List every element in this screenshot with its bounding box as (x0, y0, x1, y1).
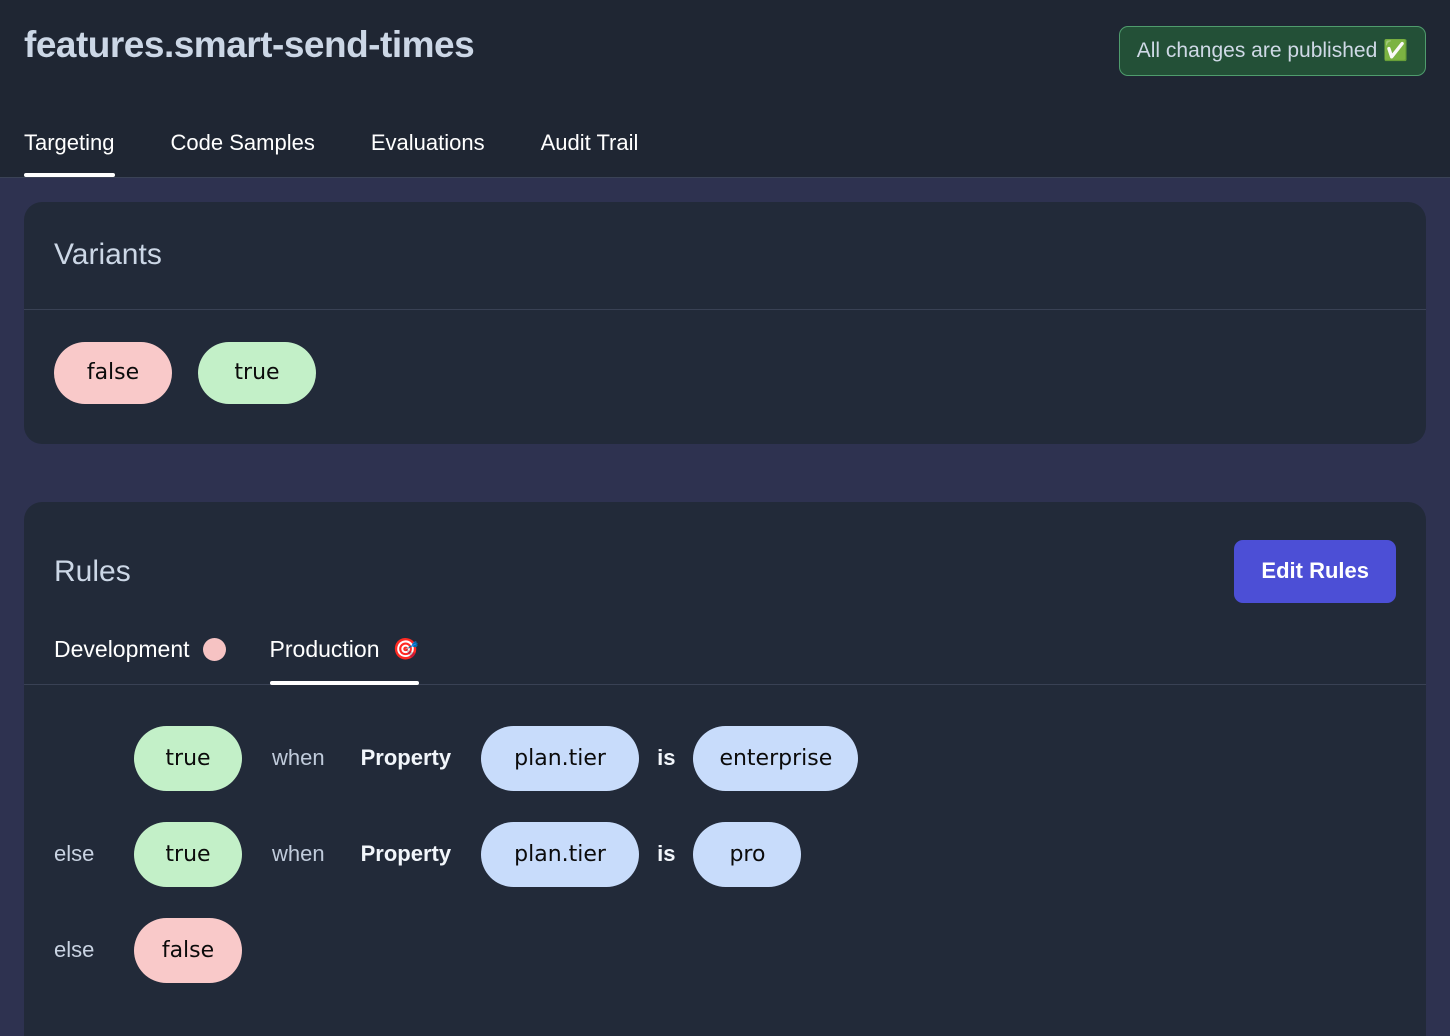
status-badge: All changes are published ✅ (1118, 26, 1426, 76)
rule-attribute-pill[interactable]: plan.tier (481, 726, 640, 792)
tab-audit-trail[interactable]: Audit Trail (541, 130, 639, 177)
rule-value-pill[interactable]: pro (693, 822, 802, 888)
rule-value-label: enterprise (719, 745, 833, 771)
page-title: features.smart-send-times (24, 24, 475, 65)
rule-variant-pill[interactable]: true (134, 726, 242, 792)
variant-pill-false[interactable]: false (54, 342, 172, 404)
rule-prefix: else (54, 937, 95, 963)
variants-title: Variants (54, 238, 162, 271)
rule-variant-label: true (165, 841, 211, 867)
rule-row-fallthrough: else false (54, 903, 1396, 999)
rule-subject-property: Property (360, 745, 452, 771)
tab-targeting[interactable]: Targeting (24, 129, 115, 178)
variant-pill-false-label: false (86, 360, 140, 385)
tab-code-samples[interactable]: Code Samples (171, 130, 315, 177)
status-badge-label: All changes are published (1136, 39, 1378, 62)
variant-pill-true-label: true (234, 360, 280, 385)
main-tabs: Targeting Code Samples Evaluations Audit… (24, 129, 639, 178)
edit-rules-button[interactable]: Edit Rules (1234, 540, 1396, 603)
rule-keyword-when: when (272, 745, 325, 771)
dart-target-icon: 🎯 (392, 638, 419, 662)
rule-variant-label: false (161, 937, 215, 963)
variants-card: Variants false true (24, 202, 1426, 444)
tab-evaluations[interactable]: Evaluations (371, 130, 485, 177)
rule-keyword-when: when (272, 841, 325, 867)
tab-audit-trail-label: Audit Trail (540, 129, 639, 155)
tab-targeting-label: Targeting (24, 129, 115, 155)
rule-operator: is (657, 745, 676, 771)
page-body: Variants false true Rules Edit Rules Dev… (0, 178, 1450, 1036)
rule-row: else true when Property plan.tier is pro (54, 807, 1396, 903)
rules-card: Rules Edit Rules Development Production … (24, 502, 1426, 1036)
rules-card-header: Rules Edit Rules (24, 502, 1426, 610)
rule-attribute-label: plan.tier (514, 745, 606, 771)
rules-list: true when Property plan.tier is enterpri… (24, 685, 1426, 1036)
rule-subject-property: Property (360, 841, 452, 867)
page-header: features.smart-send-times All changes ar… (0, 0, 1450, 178)
variant-pill-true[interactable]: true (198, 342, 316, 404)
rule-variant-pill[interactable]: false (134, 918, 242, 984)
rule-variant-pill[interactable]: true (134, 822, 242, 888)
rules-title: Rules (54, 554, 131, 588)
rule-value-label: pro (729, 841, 766, 867)
check-mark-icon: ✅ (1383, 40, 1408, 62)
rule-operator: is (657, 841, 676, 867)
header-top-row: features.smart-send-times All changes ar… (24, 0, 1426, 76)
rule-attribute-label: plan.tier (514, 841, 606, 867)
env-tab-development[interactable]: Development (54, 636, 226, 684)
env-tab-production-label: Production (269, 636, 380, 662)
environment-tabs: Development Production 🎯 (24, 636, 1426, 685)
tab-code-samples-label: Code Samples (170, 129, 315, 155)
variants-card-header: Variants (24, 202, 1426, 310)
rule-variant-label: true (165, 745, 211, 771)
variants-list: false true (24, 310, 1426, 444)
pink-circle-icon (202, 638, 226, 662)
rule-row: true when Property plan.tier is enterpri… (54, 711, 1396, 807)
env-tab-development-label: Development (54, 636, 190, 662)
rule-attribute-pill[interactable]: plan.tier (481, 822, 640, 888)
tab-evaluations-label: Evaluations (370, 129, 485, 155)
env-tab-production[interactable]: Production 🎯 (269, 636, 419, 685)
rule-prefix: else (54, 841, 95, 867)
rule-value-pill[interactable]: enterprise (693, 726, 859, 792)
